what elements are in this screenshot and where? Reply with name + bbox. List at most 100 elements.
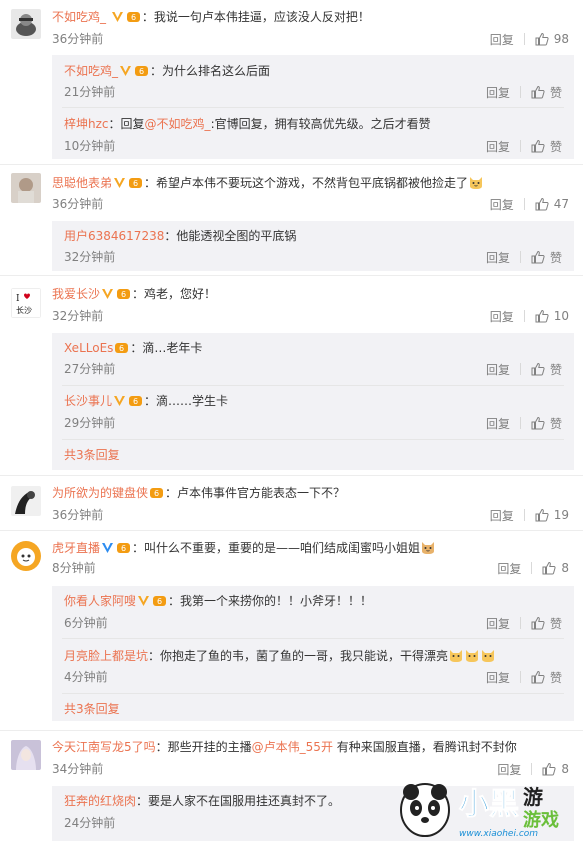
timestamp: 32分钟前 — [64, 250, 116, 264]
username[interactable]: 狂奔的红烧肉 — [64, 794, 136, 808]
username[interactable]: 为所欲为的键盘侠 — [52, 486, 148, 500]
timestamp: 8分钟前 — [52, 561, 96, 575]
reply-box: XeLLoEs 6 ：滴…老年卡 27分钟前 回复 赞 长沙事儿 6 ：滴……学生卡 2… — [52, 333, 574, 470]
reply-button[interactable]: 回复 — [490, 308, 514, 325]
username[interactable]: 我爱长沙 — [52, 287, 100, 301]
mention-link[interactable]: @卢本伟_55开 — [252, 740, 333, 754]
svg-text:6: 6 — [157, 597, 162, 606]
like-label: 赞 — [549, 362, 562, 377]
reply-button[interactable]: 回复 — [490, 31, 514, 48]
reply-button[interactable]: 回复 — [490, 196, 514, 213]
comment-text-continued: 有种来国服直播，看腾讯封不封你 — [332, 740, 517, 754]
reply-button[interactable]: 回复 — [486, 84, 510, 101]
like-button[interactable]: 47 — [535, 197, 569, 211]
like-button[interactable]: 赞 — [531, 669, 562, 686]
reply-button[interactable]: 回复 — [486, 415, 510, 432]
username[interactable]: 不如吃鸡_ — [64, 64, 118, 78]
username[interactable]: 你看人家阿嗖 — [64, 594, 136, 608]
like-count: 10 — [553, 309, 569, 323]
avatar[interactable] — [11, 9, 41, 39]
timestamp: 24分钟前 — [64, 816, 116, 830]
comment-actions: 回复 19 — [490, 507, 569, 523]
reply-actions: 回复 赞 — [486, 138, 562, 154]
reply-text: 要是人家不在国服用挂还真封不了。 — [148, 794, 341, 808]
username[interactable]: 不如吃鸡_ — [52, 10, 106, 24]
avatar[interactable] — [11, 740, 41, 770]
reply-box: 用户6384617238：他能透视全图的平底锅 32分钟前 回复 赞 — [52, 221, 574, 271]
reply-button[interactable]: 回复 — [490, 507, 514, 524]
verified-v-icon — [114, 178, 126, 188]
more-replies-link[interactable]: 共3条回复 — [64, 447, 120, 463]
reply-button[interactable]: 回复 — [486, 361, 510, 378]
like-button[interactable]: 10 — [535, 309, 569, 323]
reply-button[interactable]: 回复 — [486, 249, 510, 266]
username[interactable]: 今天江南写龙5了吗 — [52, 740, 156, 754]
comment-actions: 回复 47 — [490, 196, 569, 212]
reply-button[interactable]: 回复 — [486, 615, 510, 632]
like-button[interactable]: 赞 — [531, 84, 562, 101]
reply-text: 他能透视全图的平底锅 — [176, 229, 297, 243]
verified-v-icon — [138, 596, 150, 606]
comment-text: 希望卢本伟不要玩这个游戏，不然背包平底锅都被他捡走了 — [156, 176, 469, 190]
cat-emoji-icon — [422, 542, 435, 554]
timestamp: 36分钟前 — [52, 508, 104, 522]
reply-text: 为什么排名这么后面 — [162, 64, 271, 78]
verified-v-icon — [111, 12, 123, 22]
mention-link[interactable]: @不如吃鸡_ — [145, 117, 211, 131]
member-crown-icon: 6 — [129, 178, 143, 188]
avatar[interactable] — [11, 173, 41, 203]
thumbs-up-icon — [531, 139, 545, 153]
avatar[interactable] — [11, 541, 41, 571]
timestamp: 10分钟前 — [64, 139, 116, 153]
like-button[interactable]: 8 — [542, 561, 569, 575]
thumbs-up-icon — [531, 250, 545, 264]
like-button[interactable]: 赞 — [531, 361, 562, 378]
timestamp: 36分钟前 — [52, 32, 104, 46]
reply-button[interactable]: 回复 — [486, 138, 510, 155]
username[interactable]: 梓坤hzc — [64, 117, 109, 131]
comment-actions: 回复 10 — [490, 308, 569, 324]
svg-text:6: 6 — [133, 397, 138, 406]
svg-text:6: 6 — [121, 290, 126, 299]
like-count: 19 — [553, 508, 569, 522]
comment-text: 鸡老，您好！ — [144, 287, 217, 301]
more-replies-link[interactable]: 共3条回复 — [64, 701, 120, 717]
reply-button[interactable]: 回复 — [497, 560, 521, 577]
thumbs-up-icon — [531, 670, 545, 684]
timestamp: 27分钟前 — [64, 362, 116, 376]
timestamp: 29分钟前 — [64, 416, 116, 430]
username[interactable]: XeLLoEs — [64, 341, 113, 355]
like-button[interactable]: 赞 — [531, 415, 562, 432]
like-button[interactable]: 19 — [535, 508, 569, 522]
thumbs-up-icon — [531, 416, 545, 430]
like-label: 赞 — [549, 670, 562, 685]
like-button[interactable]: 赞 — [531, 249, 562, 266]
username[interactable]: 思聪他表弟 — [52, 176, 112, 190]
verified-blue-v-icon — [102, 543, 114, 553]
like-button[interactable]: 赞 — [531, 138, 562, 155]
member-crown-icon: 6 — [117, 289, 131, 299]
username[interactable]: 长沙事儿 — [64, 394, 112, 408]
avatar[interactable] — [11, 486, 41, 516]
watermark-url: www.xiaohei.com — [459, 829, 538, 839]
timestamp: 34分钟前 — [52, 762, 104, 776]
thumbs-up-icon — [531, 362, 545, 376]
svg-text:6: 6 — [119, 344, 124, 353]
like-button[interactable]: 98 — [535, 32, 569, 46]
member-crown-icon: 6 — [129, 396, 143, 406]
username[interactable]: 虎牙直播 — [52, 541, 100, 555]
reply-button[interactable]: 回复 — [486, 669, 510, 686]
comment-text: 卢本伟事件官方能表态一下不？ — [177, 486, 346, 500]
svg-text:6: 6 — [139, 67, 144, 76]
avatar[interactable]: I 长沙 — [11, 288, 41, 318]
username[interactable]: 月亮脸上都是坑 — [64, 649, 148, 663]
like-button[interactable]: 赞 — [531, 615, 562, 632]
member-crown-icon: 6 — [117, 543, 131, 553]
reply-prefix: 回复 — [120, 117, 145, 131]
svg-text:I: I — [16, 294, 20, 304]
member-crown-icon: 6 — [150, 488, 164, 498]
svg-text:6: 6 — [121, 544, 126, 553]
like-count: 47 — [553, 197, 569, 211]
username[interactable]: 用户6384617238 — [64, 229, 164, 243]
timestamp: 4分钟前 — [64, 670, 108, 684]
